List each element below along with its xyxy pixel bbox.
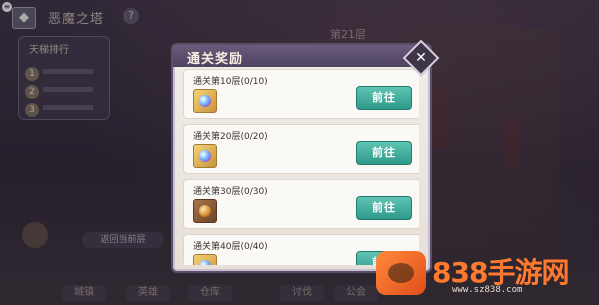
gem-chest-icon[interactable] xyxy=(193,144,217,168)
dialog-header: 通关奖励 xyxy=(173,45,430,67)
treasure-chest-icon[interactable] xyxy=(193,199,217,223)
reward-list[interactable]: 通关第10层(0/10) 前往 通关第20层(0/20) 前往 通关第30层(0… xyxy=(183,69,419,265)
close-icon: ✕ xyxy=(415,50,427,66)
gem-chest-icon[interactable] xyxy=(193,89,217,113)
watermark-logo-icon xyxy=(376,251,426,295)
clear-reward-dialog: 通关奖励 通关第10层(0/10) 前往 通关第20层(0/20) 前往 通关第… xyxy=(173,45,430,271)
reward-condition: 通关第30层(0/30) xyxy=(193,187,268,197)
watermark-url: www.sz838.com xyxy=(452,285,523,295)
reward-condition: 通关第10层(0/10) xyxy=(193,77,268,87)
go-button[interactable]: 前往 xyxy=(356,86,412,110)
list-item: 通关第10层(0/10) 前往 xyxy=(183,69,419,119)
list-item: 通关第30层(0/30) 前往 xyxy=(183,179,419,229)
dialog-title: 通关奖励 xyxy=(187,52,244,67)
reward-condition: 通关第20层(0/20) xyxy=(193,132,268,142)
site-watermark: 838手游网 www.sz838.com xyxy=(376,245,599,305)
go-button[interactable]: 前往 xyxy=(356,196,412,220)
gem-chest-icon[interactable] xyxy=(193,254,217,265)
reward-condition: 通关第40层(0/40) xyxy=(193,242,268,252)
list-item: 通关第20层(0/20) 前往 xyxy=(183,124,419,174)
go-button[interactable]: 前往 xyxy=(356,141,412,165)
